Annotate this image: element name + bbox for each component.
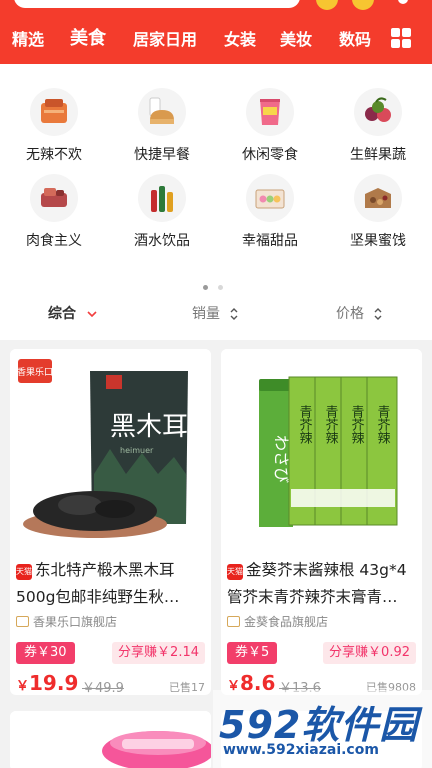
share-earn-button[interactable]: 分享赚￥2.14 [112,642,205,664]
icon-item-xiuxianlingshi[interactable]: 休闲零食 [220,88,320,164]
nuts-box-icon [354,174,402,222]
product-title-text: 东北特产椴木黑木耳500g包邮非纯野生秋… [16,561,180,606]
sort-price-button[interactable]: 价格 [336,294,382,334]
product-card[interactable]: 香果乐口 黑木耳 heimuer 天猫 东北特产椴木黑木耳500g包邮非纯野生秋…… [10,349,211,695]
macaron-box-icon [246,174,294,222]
page-indicator [203,275,233,294]
bread-milk-icon [138,88,186,136]
svg-text:heimuer: heimuer [120,446,154,455]
shop-icon [227,616,240,627]
product-image: わさび 青芥辣 青芥辣 青芥辣 青芥辣 [221,349,422,549]
product-title-text: 金葵芥末酱辣根 43g*4管芥末青芥辣芥末膏青… [227,561,407,606]
product-card[interactable]: わさび 青芥辣 青芥辣 青芥辣 青芥辣 天猫 金葵芥末酱辣根 43g*4管芥末青芥… [221,349,422,695]
sort-composite-label: 综合 [48,306,76,322]
search-bar[interactable] [14,0,300,8]
watermark-logo: 592软件园 [219,703,419,747]
watermark: 592软件园 www.592xiazai.com [213,690,432,768]
coupon-badge[interactable]: 券￥5 [227,642,278,664]
icon-item-jianguomijian[interactable]: 坚果蜜饯 [328,174,428,250]
tmall-badge-icon: 天猫 [16,564,32,580]
tab-jingxuan[interactable]: 精选 [12,26,44,54]
original-price: ￥49.9 [82,681,124,695]
chips-bag-icon [246,88,294,136]
svg-text:わさび: わさび [272,435,291,483]
watermark-url: www.592xiazai.com [223,742,379,758]
icon-item-wulabuhuan[interactable]: 无辣不欢 [4,88,104,164]
tab-shuma[interactable]: 数码 [339,26,371,54]
icon-item-xingfutianpin[interactable]: 幸福甜品 [220,174,320,250]
message-icon[interactable] [398,0,408,4]
share-earn-button[interactable]: 分享赚￥0.92 [323,642,416,664]
shop-icon [16,616,29,627]
price: ￥19.9 [16,671,78,695]
brand-logo-text: 香果乐口 [17,366,53,378]
sort-arrows-icon [230,308,238,320]
product-card[interactable] [10,711,211,768]
page-dot [218,285,223,290]
svg-text:青芥辣: 青芥辣 [349,405,365,444]
product-image [10,711,211,768]
spicy-snack-icon [30,88,78,136]
meat-icon [30,174,78,222]
shop-name: 香果乐口旗舰店 [16,613,117,630]
product-title: 天猫 东北特产椴木黑木耳500g包邮非纯野生秋… [16,557,208,611]
chevron-down-icon [87,311,97,317]
sort-bar: 综合 销量 价格 [0,294,432,334]
icon-label: 快捷早餐 [134,147,190,163]
coupon-badge[interactable]: 券￥30 [16,642,75,664]
product-title: 天猫 金葵芥末酱辣根 43g*4管芥末青芥辣芥末膏青… [227,557,419,611]
coin-icon-2[interactable] [352,0,374,10]
package-title-text: 黑木耳 [110,412,188,442]
category-tabs: 精选 美食 居家日用 女装 美妆 数码 [0,26,432,54]
shop-name-text: 金葵食品旗舰店 [244,615,329,629]
sort-sales-label: 销量 [192,306,220,322]
sold-count: 已售17 [169,681,205,694]
coin-icon[interactable] [316,0,338,10]
drinks-icon [138,174,186,222]
icon-item-jiushuiyinpin[interactable]: 酒水饮品 [112,174,212,250]
sort-arrows-icon [374,308,382,320]
tab-nvzhuang[interactable]: 女装 [224,26,256,54]
icon-item-shengxianguoshu[interactable]: 生鲜果蔬 [328,88,428,164]
svg-text:青芥辣: 青芥辣 [323,405,339,444]
category-icon-panel: 无辣不欢 快捷早餐 休闲零食 生鲜果蔬 肉食主义 酒水饮品 幸福甜品 坚果蜜饯 … [0,64,432,340]
icon-label: 休闲零食 [242,147,298,163]
icon-label: 生鲜果蔬 [350,147,406,163]
price-value: 19.9 [29,671,79,695]
currency-symbol: ￥ [16,679,30,694]
shop-name: 金葵食品旗舰店 [227,613,328,630]
icon-item-kuaijiezaocan[interactable]: 快捷早餐 [112,88,212,164]
icon-label: 无辣不欢 [26,147,82,163]
svg-text:青芥辣: 青芥辣 [375,405,391,444]
icon-label: 幸福甜品 [242,233,298,249]
icon-label: 酒水饮品 [134,233,190,249]
package-title-text: 青芥辣 [297,405,313,444]
top-header: 精选 美食 居家日用 女装 美妆 数码 [0,0,432,64]
page-dot-active [203,285,208,290]
tab-meishi[interactable]: 美食 [70,25,106,53]
tab-meizhuang[interactable]: 美妆 [280,26,312,54]
icon-label: 肉食主义 [26,233,82,249]
sort-price-label: 价格 [336,306,364,322]
tab-jujia[interactable]: 居家日用 [133,26,197,54]
tmall-badge-icon: 天猫 [227,564,243,580]
shop-name-text: 香果乐口旗舰店 [33,615,118,629]
product-image: 香果乐口 黑木耳 heimuer [10,349,211,549]
sort-sales-button[interactable]: 销量 [192,294,238,334]
all-categories-grid-icon[interactable] [391,28,411,48]
sort-composite-button[interactable]: 综合 [48,294,97,334]
icon-item-roushizhuyi[interactable]: 肉食主义 [4,174,104,250]
fruit-icon [354,88,402,136]
icon-label: 坚果蜜饯 [350,233,406,249]
